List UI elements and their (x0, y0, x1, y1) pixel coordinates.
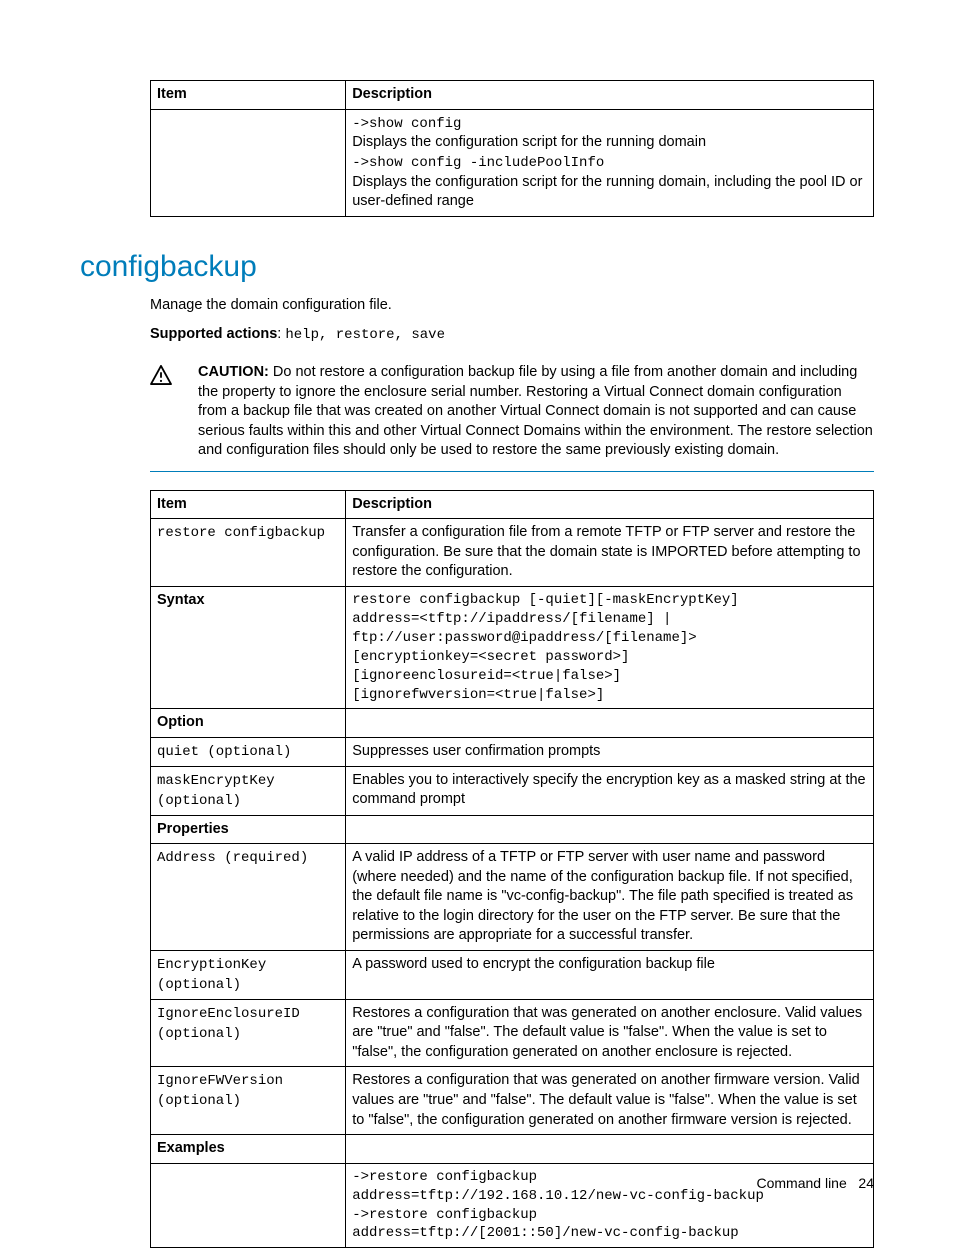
table2-item-mono: restore configbackup (157, 525, 325, 541)
table-row: Address (required) A valid IP address of … (151, 844, 874, 951)
table2-item-mono: maskEncryptKey (optional) (157, 773, 275, 809)
section-body: Manage the domain configuration file. Su… (150, 296, 874, 472)
section-heading: configbackup (80, 247, 874, 288)
header-table-wrap: Item Description ->show config Displays … (150, 80, 874, 217)
footer-text: Command line (756, 1175, 846, 1191)
table2-item-bold: Properties (157, 821, 229, 837)
table2-desc-cell: A password used to encrypt the configura… (346, 951, 874, 1000)
table2-item-cell: EncryptionKey (optional) (151, 951, 346, 1000)
table2-item-mono: Address (required) (157, 850, 308, 866)
table-row: restore configbackup Transfer a configura… (151, 519, 874, 587)
header-table: Item Description ->show config Displays … (150, 80, 874, 217)
table2-item-cell: Properties (151, 815, 346, 844)
table2-item-bold: Option (157, 714, 204, 730)
table2-item-bold: Examples (157, 1140, 225, 1156)
warning-triangle-icon (150, 365, 172, 385)
caution-label: CAUTION: (198, 364, 269, 380)
table1-row1-cmd1: ->show config (352, 116, 461, 132)
table2-desc-mono: restore configbackup [-quiet][-maskEncry… (352, 591, 867, 704)
supported-label: Supported actions (150, 326, 277, 342)
table2-item-cell: IgnoreEnclosureID (optional) (151, 999, 346, 1067)
table2-item-mono: IgnoreFWVersion (optional) (157, 1073, 283, 1109)
table2-desc-cell: Suppresses user confirmation prompts (346, 737, 874, 766)
table-row: Syntax restore configbackup [-quiet][-mas… (151, 587, 874, 709)
table2-desc-cell (346, 709, 874, 738)
table-row: Examples (151, 1135, 874, 1164)
table2-item-cell: maskEncryptKey (optional) (151, 766, 346, 815)
table2-item-mono: EncryptionKey (optional) (157, 957, 266, 993)
footer-page-number: 24 (858, 1175, 874, 1191)
intro-paragraph: Manage the domain configuration file. (150, 296, 874, 316)
table2-desc-cell: Enables you to interactively specify the… (346, 766, 874, 815)
supported-actions-line: Supported actions: help, restore, save (150, 325, 874, 345)
table2-item-cell (151, 1163, 346, 1248)
table2-desc-cell: A valid IP address of a TFTP or FTP serv… (346, 844, 874, 951)
table2-item-cell: Examples (151, 1135, 346, 1164)
table1-row1-txt2: Displays the configuration script for th… (352, 174, 862, 210)
table2-desc-cell: Restores a configuration that was genera… (346, 1067, 874, 1135)
table-row: Properties (151, 815, 874, 844)
table1-head-desc: Description (346, 81, 874, 110)
supported-actions: help, restore, save (285, 327, 445, 343)
table2-desc-cell (346, 815, 874, 844)
table1-row1-txt1: Displays the configuration script for th… (352, 134, 706, 150)
table2-item-cell: IgnoreFWVersion (optional) (151, 1067, 346, 1135)
table2-item-mono: IgnoreEnclosureID (optional) (157, 1006, 300, 1042)
caution-block: CAUTION: Do not restore a configuration … (150, 363, 874, 472)
table2-desc-cell: Restores a configuration that was genera… (346, 999, 874, 1067)
table2-item-cell: Address (required) (151, 844, 346, 951)
table2-desc-cell (346, 1135, 874, 1164)
table1-row1-cmd2: ->show config -includePoolInfo (352, 155, 604, 171)
table2-desc-cell: Transfer a configuration file from a rem… (346, 519, 874, 587)
table-row: IgnoreFWVersion (optional) Restores a con… (151, 1067, 874, 1135)
table-row: quiet (optional) Suppresses user confirma… (151, 737, 874, 766)
table2-item-bold: Syntax (157, 592, 205, 608)
table2-item-cell: Option (151, 709, 346, 738)
table2-item-cell: Syntax (151, 587, 346, 709)
table-row: maskEncryptKey (optional) Enables you to … (151, 766, 874, 815)
table1-row1-item (151, 109, 346, 216)
caution-icon-col (150, 363, 198, 461)
table2-head-desc: Description (346, 490, 874, 519)
table2-desc-cell: restore configbackup [-quiet][-maskEncry… (346, 587, 874, 709)
table-row: EncryptionKey (optional) A password used … (151, 951, 874, 1000)
table2-head-item: Item (151, 490, 346, 519)
main-table-wrap: Item Description restore configbackup Tra… (150, 490, 874, 1248)
table-row: IgnoreEnclosureID (optional) Restores a c… (151, 999, 874, 1067)
table2-item-cell: restore configbackup (151, 519, 346, 587)
table1-head-item: Item (151, 81, 346, 110)
caution-text: CAUTION: Do not restore a configuration … (198, 363, 874, 461)
caution-body: Do not restore a configuration backup fi… (198, 364, 873, 458)
table-row: Option (151, 709, 874, 738)
table2-item-cell: quiet (optional) (151, 737, 346, 766)
table2-item-mono: quiet (optional) (157, 744, 291, 760)
page-footer: Command line 24 (756, 1174, 874, 1193)
table1-row1-desc: ->show config Displays the configuration… (346, 109, 874, 216)
main-table: Item Description restore configbackup Tra… (150, 490, 874, 1248)
